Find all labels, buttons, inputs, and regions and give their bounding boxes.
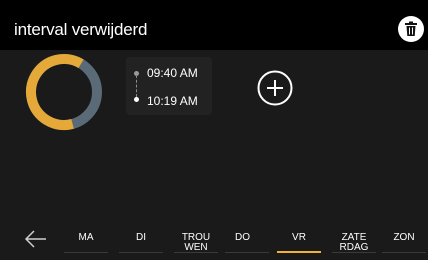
arrow-left-icon <box>24 230 46 248</box>
plus-circle-icon <box>257 70 293 106</box>
interval-ring-chart <box>26 54 102 130</box>
end-dot <box>134 97 139 102</box>
day-tab-trouwen[interactable]: TROU WEN <box>174 222 218 254</box>
day-tab-di[interactable]: DI <box>119 222 163 254</box>
interval-time-card[interactable]: 09:40 AM 10:19 AM <box>126 57 212 115</box>
day-label: ZON <box>393 232 415 243</box>
day-tab-ma[interactable]: MA <box>64 222 108 254</box>
start-time: 09:40 AM <box>147 66 198 80</box>
day-label: MA <box>78 232 94 243</box>
end-time: 10:19 AM <box>147 94 198 108</box>
day-tab-do[interactable]: DO <box>225 222 269 254</box>
day-label: DO <box>235 232 250 243</box>
day-underline <box>119 252 163 253</box>
day-underline <box>64 252 108 253</box>
interval-connector <box>136 75 137 97</box>
day-underline <box>174 252 218 253</box>
header-bar: interval verwijderd <box>0 0 428 50</box>
day-tab-zaterdag[interactable]: ZATE RDAG <box>332 222 376 254</box>
day-label: ZATE RDAG <box>339 232 369 253</box>
day-tab-zon[interactable]: ZON <box>382 222 426 254</box>
trash-icon <box>405 21 417 36</box>
day-underline-active <box>277 251 321 253</box>
day-label: DI <box>136 232 146 243</box>
day-underline <box>332 252 376 253</box>
add-interval-button[interactable] <box>257 70 293 106</box>
day-label: TROU WEN <box>181 232 211 253</box>
delete-button[interactable] <box>398 16 424 42</box>
day-underline <box>382 252 426 253</box>
day-tab-vr[interactable]: VR <box>277 222 321 254</box>
day-label: VR <box>292 232 306 243</box>
day-underline <box>225 252 269 253</box>
back-button[interactable] <box>24 229 48 249</box>
page-title: interval verwijderd <box>14 20 148 39</box>
